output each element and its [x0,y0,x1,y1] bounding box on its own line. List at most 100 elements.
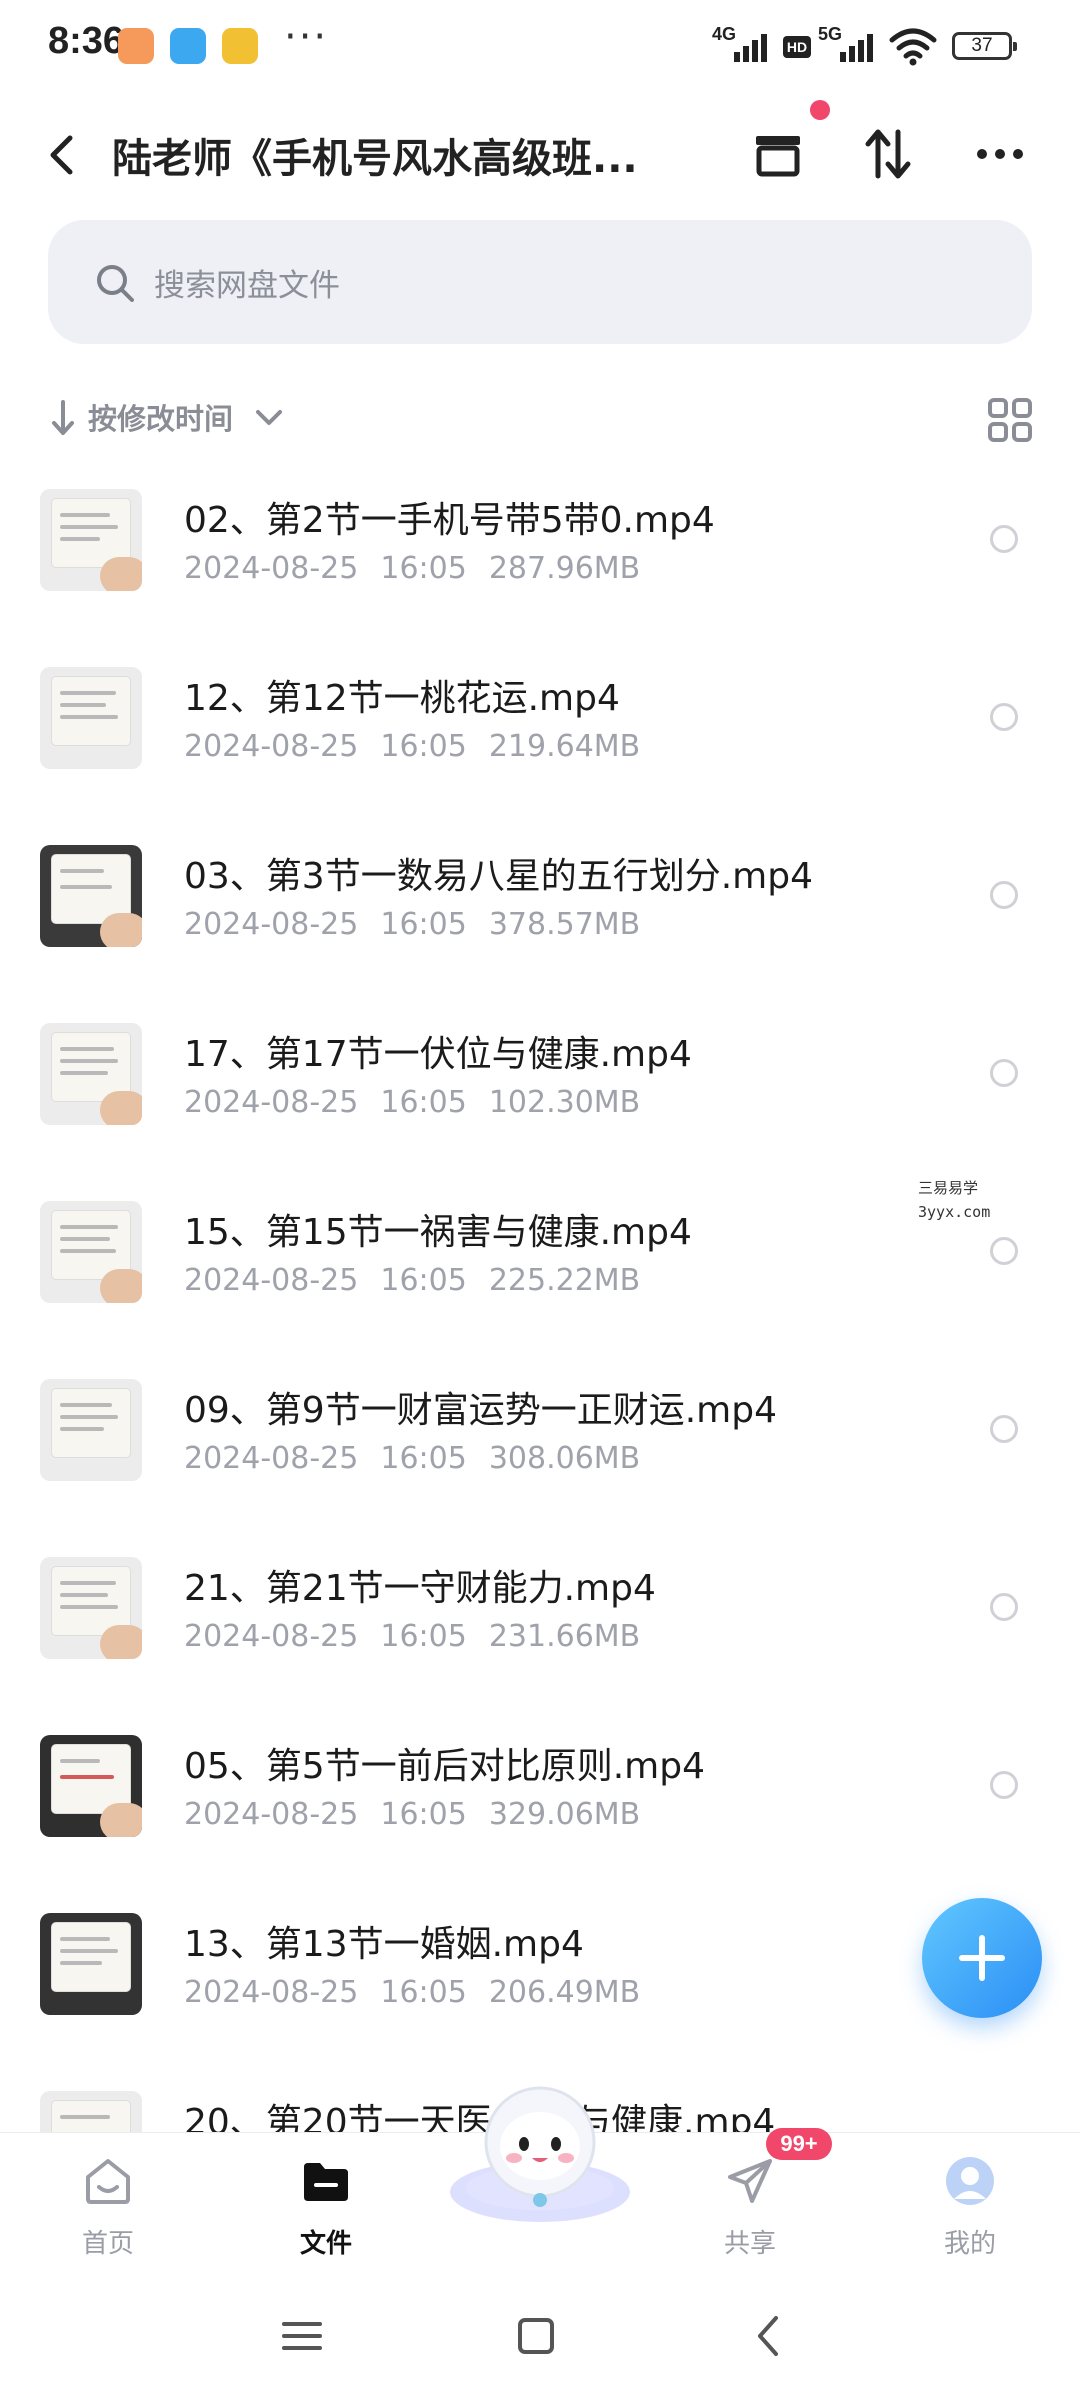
video-thumbnail [40,1379,142,1481]
folder-icon [304,2163,348,2201]
tab-label: 共享 [723,2229,776,2259]
file-size: 225.22MB [488,1263,641,1298]
select-radio[interactable] [990,1237,1018,1265]
file-time: 16:05 [380,551,467,586]
file-date: 2024-08-25 [184,1619,359,1654]
sort-down-arrow-icon [52,400,74,435]
video-thumbnail [40,1735,142,1837]
tab-share[interactable]: 共享 [690,2145,810,2265]
file-name: 05、第5节一前后对比原则.mp4 [184,1746,705,1787]
avatar-icon [946,2157,994,2205]
menu-icon[interactable] [274,2308,330,2364]
send-icon [728,2159,772,2203]
list-item[interactable]: 02、第2节一手机号带5带0.mp4 2024-08-25 16:05 287.96… [0,463,1080,641]
list-item[interactable]: 13、第13节一婚姻.mp4 2024-08-25 16:05 206.49MB [0,1887,1080,2065]
file-date: 2024-08-25 [184,1263,359,1298]
title-bar: 陆老师《手机号风水高级班... [0,110,1080,200]
tab-label: 我的 [943,2229,996,2259]
signal-icon [840,34,873,62]
list-item[interactable]: 03、第3节一数易八星的五行划分.mp4 2024-08-25 16:05 378.… [0,819,1080,997]
file-name: 21、第21节一守财能力.mp4 [184,1568,656,1609]
file-meta: 2024-08-25 16:05 231.66MB [184,1619,662,1654]
file-time: 16:05 [380,907,467,942]
file-size: 308.06MB [488,1441,641,1476]
list-item[interactable]: 12、第12节一桃花运.mp4 2024-08-25 16:05 219.64MB [0,641,1080,819]
select-radio[interactable] [990,1771,1018,1799]
file-size: 378.57MB [488,907,641,942]
plus-icon [979,1935,985,1981]
file-name: 13、第13节一婚姻.mp4 [184,1924,584,1965]
video-thumbnail [40,667,142,769]
app-notification-icon [118,28,154,64]
notification-dot [810,100,830,120]
video-thumbnail [40,1201,142,1303]
file-time: 16:05 [380,1975,467,2010]
video-thumbnail [40,1023,142,1125]
wifi-icon [889,28,937,66]
select-radio[interactable] [990,1593,1018,1621]
tab-me[interactable]: 我的 [910,2145,1030,2265]
page-title: 陆老师《手机号风水高级班... [112,136,638,182]
tab-files[interactable]: 文件 [266,2145,386,2265]
file-date: 2024-08-25 [184,907,359,942]
select-radio[interactable] [990,525,1018,553]
system-nav-bar [0,2272,1080,2400]
file-size: 206.49MB [488,1975,641,2010]
file-time: 16:05 [380,1263,467,1298]
list-item[interactable]: 21、第21节一守财能力.mp4 2024-08-25 16:05 231.66MB [0,1531,1080,1709]
file-name: 17、第17节一伏位与健康.mp4 [184,1034,692,1075]
video-thumbnail [40,1557,142,1659]
search-input[interactable]: 搜索网盘文件 [48,220,1032,344]
share-badge: 99+ [766,2128,832,2160]
select-radio[interactable] [990,1059,1018,1087]
back-nav-icon[interactable] [742,2308,798,2364]
file-size: 287.96MB [488,551,641,586]
file-date: 2024-08-25 [184,1085,359,1120]
file-meta: 2024-08-25 16:05 225.22MB [184,1263,662,1298]
file-name: 15、第15节一祸害与健康.mp4 [184,1212,692,1253]
app-notification-icon [170,28,206,64]
mascot-icon[interactable] [444,2076,636,2226]
list-item[interactable]: 09、第9节一财富运势一正财运.mp4 2024-08-25 16:05 308.0… [0,1353,1080,1531]
more-icon[interactable] [970,124,1030,184]
select-radio[interactable] [990,703,1018,731]
file-time: 16:05 [380,1797,467,1832]
status-time: 8:36 [48,20,125,62]
file-meta: 2024-08-25 16:05 102.30MB [184,1085,662,1120]
more-notifications-icon: ··· [284,14,329,60]
file-size: 102.30MB [488,1085,641,1120]
select-radio[interactable] [990,881,1018,909]
video-thumbnail [40,845,142,947]
chevron-down-icon [256,410,282,425]
search-placeholder: 搜索网盘文件 [154,268,340,304]
tab-label: 文件 [299,2229,352,2259]
file-size: 329.06MB [488,1797,641,1832]
file-meta: 2024-08-25 16:05 287.96MB [184,551,662,586]
watermark: 三易易学 3yyx.com [918,1176,990,1224]
home-square-icon[interactable] [508,2308,564,2364]
file-date: 2024-08-25 [184,551,359,586]
file-date: 2024-08-25 [184,1975,359,2010]
list-item[interactable]: 05、第5节一前后对比原则.mp4 2024-08-25 16:05 329.06M… [0,1709,1080,1887]
transfer-box-icon[interactable] [748,124,808,184]
status-bar: 8:36 ··· 4G HD 5G 37 [0,0,1080,92]
home-icon [86,2159,130,2204]
file-meta: 2024-08-25 16:05 206.49MB [184,1975,662,2010]
file-meta: 2024-08-25 16:05 308.06MB [184,1441,662,1476]
add-button[interactable] [922,1898,1042,2018]
file-date: 2024-08-25 [184,1797,359,1832]
file-date: 2024-08-25 [184,729,359,764]
list-item[interactable]: 17、第17节一伏位与健康.mp4 2024-08-25 16:05 102.30M… [0,997,1080,1175]
signal-icon [734,34,767,62]
hd-voice-icon: HD [783,36,811,58]
video-thumbnail [40,2091,142,2132]
tab-home[interactable]: 首页 [48,2145,168,2265]
file-time: 16:05 [380,1619,467,1654]
watermark-line: 三易易学 [918,1179,979,1197]
app-notification-icon [222,28,258,64]
sort-arrows-icon[interactable] [858,124,918,184]
select-radio[interactable] [990,1415,1018,1443]
grid-view-icon[interactable] [986,396,1034,444]
file-name: 12、第12节一桃花运.mp4 [184,678,620,719]
back-icon[interactable] [38,130,88,180]
